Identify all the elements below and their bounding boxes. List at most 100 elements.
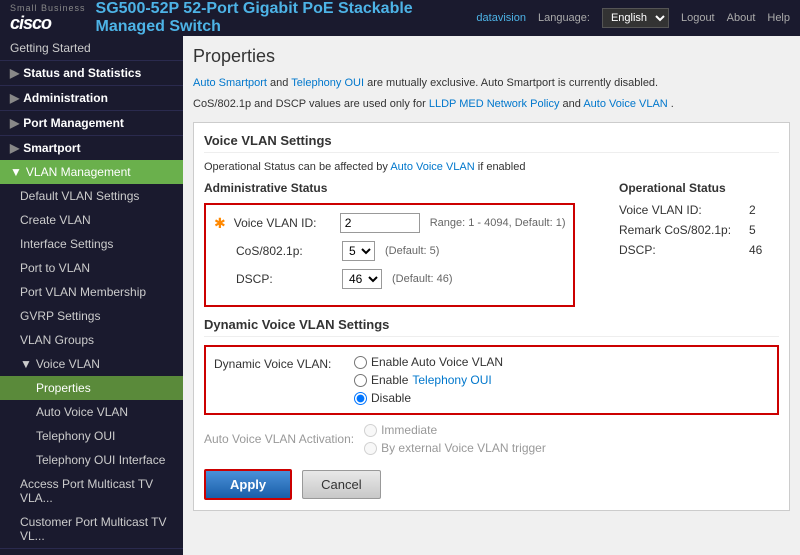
sidebar-item-status-statistics[interactable]: ▶ Status and Statistics [0,60,183,85]
dynamic-vlan-radio-group: Enable Auto Voice VLAN Enable Telephony … [354,355,503,405]
op-remark-row: Remark CoS/802.1p: 5 [619,223,779,237]
sidebar-label: Auto Voice VLAN [36,405,128,419]
help-link[interactable]: Help [767,12,790,24]
radio-enable-auto-input[interactable] [354,356,367,369]
dynamic-vlan-label: Dynamic Voice VLAN: [214,355,344,371]
op-dscp-label: DSCP: [619,243,739,257]
sidebar-item-auto-voice-vlan[interactable]: Auto Voice VLAN [0,400,183,424]
arrow-icon: ▼ [10,165,22,179]
arrow-icon: ▶ [10,141,19,155]
arrow-icon: ▼ [20,357,32,371]
sidebar-item-getting-started[interactable]: Getting Started [0,36,183,60]
dscp-label: DSCP: [236,272,336,286]
sidebar-label: Getting Started [10,41,91,55]
required-star: ✱ [214,215,226,232]
sidebar-item-gvrp-settings[interactable]: GVRP Settings [0,304,183,328]
activation-external-label: By external Voice VLAN trigger [381,441,546,455]
sidebar-label: Telephony OUI Interface [36,453,165,467]
activation-label: Auto Voice VLAN Activation: [204,432,354,446]
radio-enable-telephony-label-prefix: Enable [371,373,408,387]
dscp-row: DSCP: 46 (Default: 46) [214,269,565,289]
voice-vlan-id-hint: Range: 1 - 4094, Default: 1) [430,217,566,229]
language-select[interactable]: English [602,8,669,28]
sidebar-item-voice-vlan[interactable]: ▼ Voice VLAN [0,352,183,376]
sidebar-label: Properties [36,381,91,395]
sidebar-item-port-management[interactable]: ▶ Port Management [0,110,183,135]
radio-enable-auto[interactable]: Enable Auto Voice VLAN [354,355,503,369]
voice-vlan-section-title: Voice VLAN Settings [204,133,779,153]
auto-voice-vlan-link[interactable]: Auto Voice VLAN [583,98,667,110]
admin-status-col: Administrative Status ✱ Voice VLAN ID: R… [204,181,579,307]
dynamic-vlan-section: Dynamic Voice VLAN Settings Dynamic Voic… [204,317,779,455]
sidebar-item-vlan-groups[interactable]: VLAN Groups [0,328,183,352]
cos-hint: (Default: 5) [385,245,439,257]
info-text-2: CoS/802.1p and DSCP values are used only… [193,96,790,113]
sidebar-item-port-vlan-membership[interactable]: Port VLAN Membership [0,280,183,304]
voice-vlan-id-input[interactable] [340,213,420,233]
sidebar-item-spanning-tree[interactable]: ▶ Spanning Tree [0,548,183,555]
sidebar-label: VLAN Management [26,165,131,179]
button-row: Apply Cancel [204,469,779,500]
telephony-oui-link[interactable]: Telephony OUI [291,77,364,89]
op-remark-label: Remark CoS/802.1p: [619,223,739,237]
radio-disable-label: Disable [371,391,411,405]
sidebar-item-access-port-multicast[interactable]: Access Port Multicast TV VLA... [0,472,183,510]
info-text-1: Auto Smartport and Telephony OUI are mut… [193,75,790,92]
dynamic-vlan-title: Dynamic Voice VLAN Settings [204,317,779,337]
sidebar-label: Create VLAN [20,213,91,227]
cancel-button[interactable]: Cancel [302,470,380,499]
datavision-link[interactable]: datavision [476,12,526,24]
op-voice-vlan-id-label: Voice VLAN ID: [619,203,739,217]
sidebar-item-create-vlan[interactable]: Create VLAN [0,208,183,232]
sidebar-label: Interface Settings [20,237,113,251]
radio-disable-input[interactable] [354,392,367,405]
activation-external-radio [364,442,377,455]
device-title: SG500-52P 52-Port Gigabit PoE Stackable … [96,0,477,36]
sidebar-item-default-vlan[interactable]: Default VLAN Settings [0,184,183,208]
activation-row: Auto Voice VLAN Activation: Immediate By… [204,423,779,455]
voice-vlan-id-label: Voice VLAN ID: [234,216,334,230]
sidebar-label: Customer Port Multicast TV VL... [20,515,173,543]
small-business-label: Small Business [10,3,86,13]
auto-smartport-link[interactable]: Auto Smartport [193,77,267,89]
sidebar-item-properties[interactable]: Properties [0,376,183,400]
radio-enable-telephony-input[interactable] [354,374,367,387]
sidebar-item-vlan-management[interactable]: ▼ VLAN Management [0,160,183,184]
sidebar-label: Default VLAN Settings [20,189,139,203]
sidebar-label: GVRP Settings [20,309,100,323]
about-link[interactable]: About [727,12,756,24]
radio-enable-telephony[interactable]: Enable Telephony OUI [354,373,503,387]
cos-label: CoS/802.1p: [236,244,336,258]
sidebar-label: Port VLAN Membership [20,285,146,299]
activation-external-trigger: By external Voice VLAN trigger [364,441,546,455]
logout-link[interactable]: Logout [681,12,715,24]
cos-row: CoS/802.1p: 5 0123467 (Default: 5) [214,241,565,261]
op-dscp-row: DSCP: 46 [619,243,779,257]
dscp-hint: (Default: 46) [392,273,453,285]
sidebar-item-telephony-oui[interactable]: Telephony OUI [0,424,183,448]
apply-button[interactable]: Apply [204,469,292,500]
activation-immediate-label: Immediate [381,423,437,437]
radio-disable[interactable]: Disable [354,391,503,405]
sidebar-label: Voice VLAN [36,357,100,371]
auto-voice-vlan-op-link[interactable]: Auto Voice VLAN [390,161,474,173]
activation-immediate: Immediate [364,423,546,437]
layout: Getting Started ▶ Status and Statistics … [0,36,800,555]
lldp-med-link[interactable]: LLDP MED Network Policy [429,98,560,110]
cisco-logo: Small Business cisco [10,3,86,34]
cos-select[interactable]: 5 0123467 [342,241,375,261]
sidebar-label: Administration [23,91,108,105]
sidebar-item-smartport[interactable]: ▶ Smartport [0,135,183,160]
telephony-oui-link2[interactable]: Telephony OUI [412,373,491,387]
arrow-icon: ▶ [10,116,19,130]
op-status-col: Operational Status Voice VLAN ID: 2 Rema… [579,181,779,307]
sidebar-item-administration[interactable]: ▶ Administration [0,85,183,110]
op-voice-vlan-id-row: Voice VLAN ID: 2 [619,203,779,217]
sidebar-item-port-to-vlan[interactable]: Port to VLAN [0,256,183,280]
sidebar-item-interface-settings[interactable]: Interface Settings [0,232,183,256]
header-controls: datavision Language: English Logout Abou… [476,8,790,28]
sidebar-item-telephony-oui-interface[interactable]: Telephony OUI Interface [0,448,183,472]
sidebar-item-customer-port-multicast[interactable]: Customer Port Multicast TV VL... [0,510,183,548]
dscp-select[interactable]: 46 [342,269,382,289]
voice-vlan-section: Voice VLAN Settings Operational Status c… [193,122,790,511]
